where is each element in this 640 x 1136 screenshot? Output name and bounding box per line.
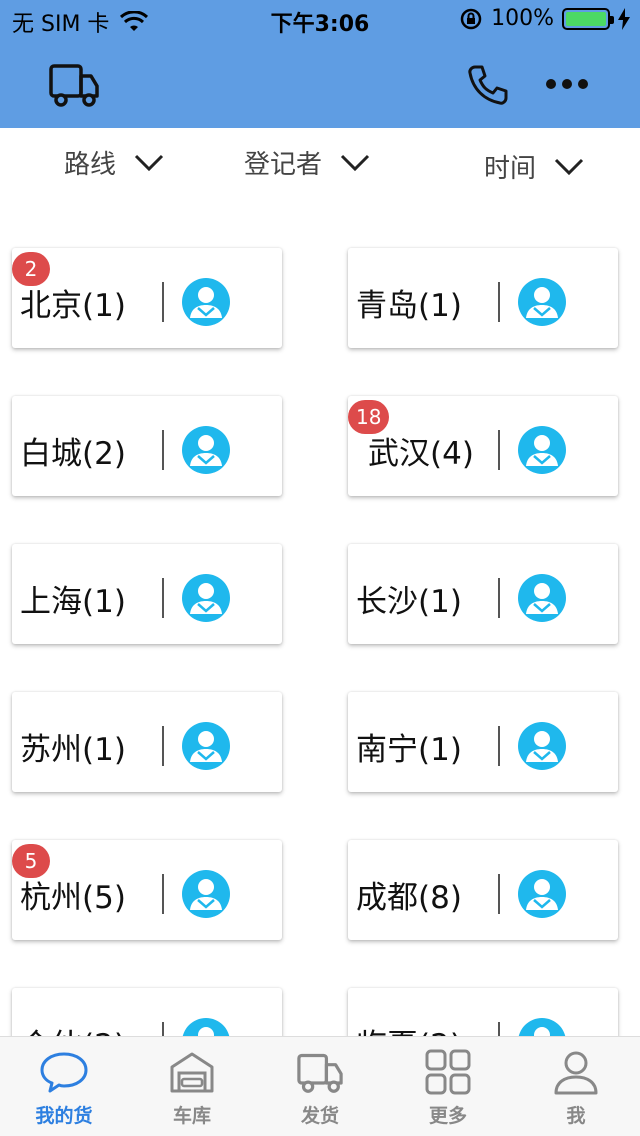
route-city-label: 北京(1) — [20, 288, 126, 324]
battery-percent: 100% — [491, 6, 554, 31]
tab-label: 我的货 — [35, 1105, 93, 1127]
route-city-label: 武汉(4) — [368, 436, 474, 472]
tab-me[interactable]: 我 — [512, 1037, 640, 1136]
tab-garage[interactable]: 车库 — [128, 1037, 256, 1136]
chevron-down-icon — [340, 154, 370, 171]
card-divider — [162, 282, 164, 322]
tab-label: 发货 — [300, 1105, 339, 1127]
card-divider — [162, 874, 164, 914]
driver-avatar-icon[interactable] — [518, 1018, 566, 1036]
filter-route-label: 路线 — [64, 150, 117, 180]
route-city-label: 南宁(1) — [356, 732, 462, 768]
driver-avatar-icon[interactable] — [518, 574, 566, 622]
route-city-label: 长沙(1) — [356, 584, 462, 620]
route-card[interactable]: 临夏(2) — [348, 988, 618, 1036]
route-city-label: 上海(1) — [20, 584, 126, 620]
driver-avatar-icon[interactable] — [182, 574, 230, 622]
route-card[interactable]: 杭州(5) 5 — [12, 840, 282, 940]
route-card[interactable]: 上海(1) — [12, 544, 282, 644]
driver-avatar-icon[interactable] — [518, 278, 566, 326]
driver-avatar-icon[interactable] — [182, 1018, 230, 1036]
card-divider — [498, 430, 500, 470]
status-bar: 无 SIM 卡 下午3:06 100% — [0, 0, 640, 40]
chevron-down-icon — [554, 158, 584, 175]
more-icon[interactable] — [540, 64, 594, 104]
driver-avatar-icon[interactable] — [518, 426, 566, 474]
chevron-down-icon — [134, 154, 164, 171]
person-icon — [551, 1047, 601, 1097]
route-card[interactable]: 白城(2) — [12, 396, 282, 496]
grid-icon — [423, 1047, 473, 1097]
route-card[interactable]: 南宁(1) — [348, 692, 618, 792]
card-divider — [162, 578, 164, 618]
garage-icon — [167, 1047, 217, 1097]
route-city-label: 合伙(2) — [20, 1020, 126, 1036]
route-card[interactable]: 武汉(4) 18 — [348, 396, 618, 496]
route-city-label: 临夏(2) — [356, 1020, 462, 1036]
route-card[interactable]: 长沙(1) — [348, 544, 618, 644]
route-card[interactable]: 成都(8) — [348, 840, 618, 940]
tab-label: 车库 — [172, 1105, 211, 1127]
unread-badge: 18 — [348, 400, 390, 434]
driver-avatar-icon[interactable] — [182, 278, 230, 326]
truck-icon[interactable] — [44, 58, 104, 110]
route-grid: 北京(1) 2 青岛(1) 白城(2) 武汉(4) 18 上海(1) 长沙(1) 苏州(1) 南宁… — [0, 198, 640, 1036]
card-divider — [498, 1022, 500, 1036]
route-city-label: 白城(2) — [20, 436, 126, 472]
card-divider — [162, 430, 164, 470]
driver-avatar-icon[interactable] — [518, 722, 566, 770]
driver-avatar-icon[interactable] — [182, 722, 230, 770]
driver-avatar-icon[interactable] — [182, 870, 230, 918]
driver-avatar-icon[interactable] — [182, 426, 230, 474]
phone-icon[interactable] — [462, 60, 512, 110]
route-city-label: 杭州(5) — [20, 880, 126, 916]
card-divider — [498, 726, 500, 766]
driver-avatar-icon[interactable] — [518, 870, 566, 918]
rotation-lock-icon — [460, 8, 482, 29]
filter-time-label: 时间 — [484, 154, 537, 184]
route-city-label: 成都(8) — [356, 880, 462, 916]
tab-label: 更多 — [428, 1105, 467, 1127]
chat-bubble-icon — [39, 1047, 89, 1097]
filter-registrant[interactable]: 登记者 — [244, 144, 370, 181]
route-card[interactable]: 北京(1) 2 — [12, 248, 282, 348]
top-bar: 无 SIM 卡 下午3:06 100% — [0, 0, 640, 128]
battery-icon — [562, 7, 614, 30]
tab-ship[interactable]: 发货 — [256, 1037, 384, 1136]
route-city-label: 苏州(1) — [20, 732, 126, 768]
filter-route[interactable]: 路线 — [64, 144, 164, 181]
unread-badge: 2 — [12, 252, 50, 286]
card-divider — [498, 282, 500, 322]
filter-registrant-label: 登记者 — [244, 150, 323, 180]
filter-bar: 路线 登记者 时间 — [0, 128, 640, 198]
card-divider — [162, 726, 164, 766]
tab-my-cargo[interactable]: 我的货 — [0, 1037, 128, 1136]
route-city-label: 青岛(1) — [356, 288, 462, 324]
card-divider — [498, 578, 500, 618]
route-card[interactable]: 苏州(1) — [12, 692, 282, 792]
route-card[interactable]: 合伙(2) — [12, 988, 282, 1036]
tab-more[interactable]: 更多 — [384, 1037, 512, 1136]
card-divider — [498, 874, 500, 914]
charging-icon — [618, 7, 630, 30]
card-divider — [162, 1022, 164, 1036]
unread-badge: 5 — [12, 844, 50, 878]
truck-icon — [295, 1047, 345, 1097]
tab-bar: 我的货 车库 发货 更多 我 — [0, 1036, 640, 1136]
tab-label: 我 — [566, 1105, 586, 1127]
route-card[interactable]: 青岛(1) — [348, 248, 618, 348]
filter-time[interactable]: 时间 — [484, 148, 584, 185]
